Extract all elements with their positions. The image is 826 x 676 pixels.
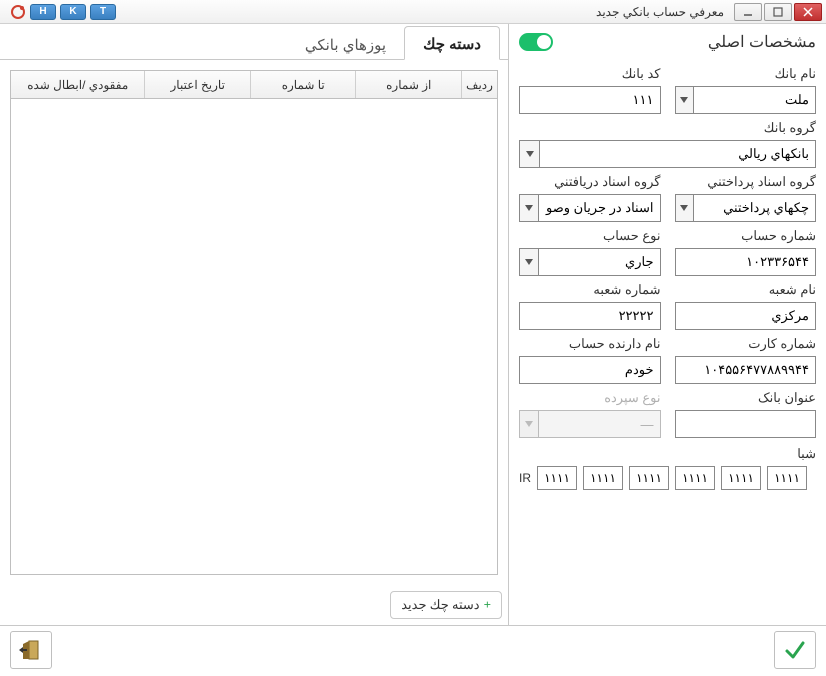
receivable-group-dropdown[interactable] [519, 194, 538, 222]
deposit-type-label: نوع سپرده [519, 390, 661, 406]
payable-group-dropdown[interactable] [675, 194, 694, 222]
sheba-part-3[interactable] [629, 466, 669, 490]
tab-bank-pos[interactable]: پوزهاي بانكي [287, 28, 404, 60]
col-row: رديف [461, 71, 497, 98]
bank-group-dropdown[interactable] [519, 140, 539, 168]
add-cheque-book-button[interactable]: + دسته چك جديد [390, 591, 502, 619]
section-title: مشخصات اصلي [708, 32, 816, 52]
bank-code-input[interactable] [519, 86, 661, 114]
sheba-part-4[interactable] [675, 466, 715, 490]
bank-group-input[interactable] [539, 140, 816, 168]
bank-name-dropdown[interactable] [675, 86, 694, 114]
payable-group-label: گروه اسناد پرداختني [675, 174, 817, 190]
account-holder-input[interactable] [519, 356, 661, 384]
col-validity-date: تاريخ اعتبار [144, 71, 250, 98]
tab-cheque-book[interactable]: دسته چك [404, 26, 500, 60]
receivable-group-label: گروه اسناد دريافتني [519, 174, 661, 190]
bank-title-input[interactable] [675, 410, 817, 438]
hotkey-h-button[interactable]: H [30, 4, 56, 20]
main-details-panel: مشخصات اصلي نام بانك كد بانك گروه بانك [508, 24, 826, 625]
cheque-panel: دسته چك پوزهاي بانكي رديف از شماره تا شم… [0, 24, 508, 625]
minimize-button[interactable] [734, 3, 762, 21]
sheba-label: شبا [797, 446, 816, 461]
sheba-part-1[interactable] [537, 466, 577, 490]
bank-title-label: عنوان بانک [675, 390, 817, 406]
hotkey-k-button[interactable]: K [60, 4, 86, 20]
add-cheque-book-label: دسته چك جديد [401, 597, 479, 613]
hotkey-t-button[interactable]: T [90, 4, 116, 20]
account-number-label: شماره حساب [675, 228, 817, 244]
account-type-dropdown[interactable] [519, 248, 538, 276]
account-number-input[interactable] [675, 248, 817, 276]
account-holder-label: نام دارنده حساب [519, 336, 661, 352]
bank-name-input[interactable] [693, 86, 816, 114]
bottom-action-bar [0, 626, 826, 674]
window-title: معرفي حساب بانكي جديد [596, 5, 724, 19]
bank-code-label: كد بانك [519, 66, 661, 82]
close-button[interactable] [794, 3, 822, 21]
confirm-button[interactable] [774, 631, 816, 669]
col-from-number: از شماره [355, 71, 461, 98]
sheba-part-5[interactable] [721, 466, 761, 490]
card-number-input[interactable] [675, 356, 817, 384]
title-bar: H K T معرفي حساب بانكي جديد [0, 0, 826, 24]
col-lost-void: مفقودي /ابطال شده [11, 71, 144, 98]
cheque-table-body [11, 99, 497, 574]
deposit-type-dropdown [519, 410, 538, 438]
bank-name-label: نام بانك [675, 66, 817, 82]
col-to-number: تا شماره [250, 71, 356, 98]
account-type-input[interactable] [538, 248, 661, 276]
branch-name-input[interactable] [675, 302, 817, 330]
branch-code-input[interactable] [519, 302, 661, 330]
active-toggle[interactable] [519, 33, 553, 51]
sheba-part-2[interactable] [583, 466, 623, 490]
account-type-label: نوع حساب [519, 228, 661, 244]
sheba-prefix: IR [519, 471, 531, 485]
exit-button[interactable] [10, 631, 52, 669]
payable-group-input[interactable] [693, 194, 816, 222]
app-logo-icon [10, 4, 26, 20]
deposit-type-input [538, 410, 661, 438]
receivable-group-input[interactable] [538, 194, 661, 222]
cheque-table: رديف از شماره تا شماره تاريخ اعتبار مفقو… [10, 70, 498, 575]
bank-group-label: گروه بانك [519, 120, 816, 136]
branch-code-label: شماره شعبه [519, 282, 661, 298]
sheba-part-6[interactable] [767, 466, 807, 490]
plus-icon: + [484, 597, 491, 613]
branch-name-label: نام شعبه [675, 282, 817, 298]
maximize-button[interactable] [764, 3, 792, 21]
card-number-label: شماره كارت [675, 336, 817, 352]
